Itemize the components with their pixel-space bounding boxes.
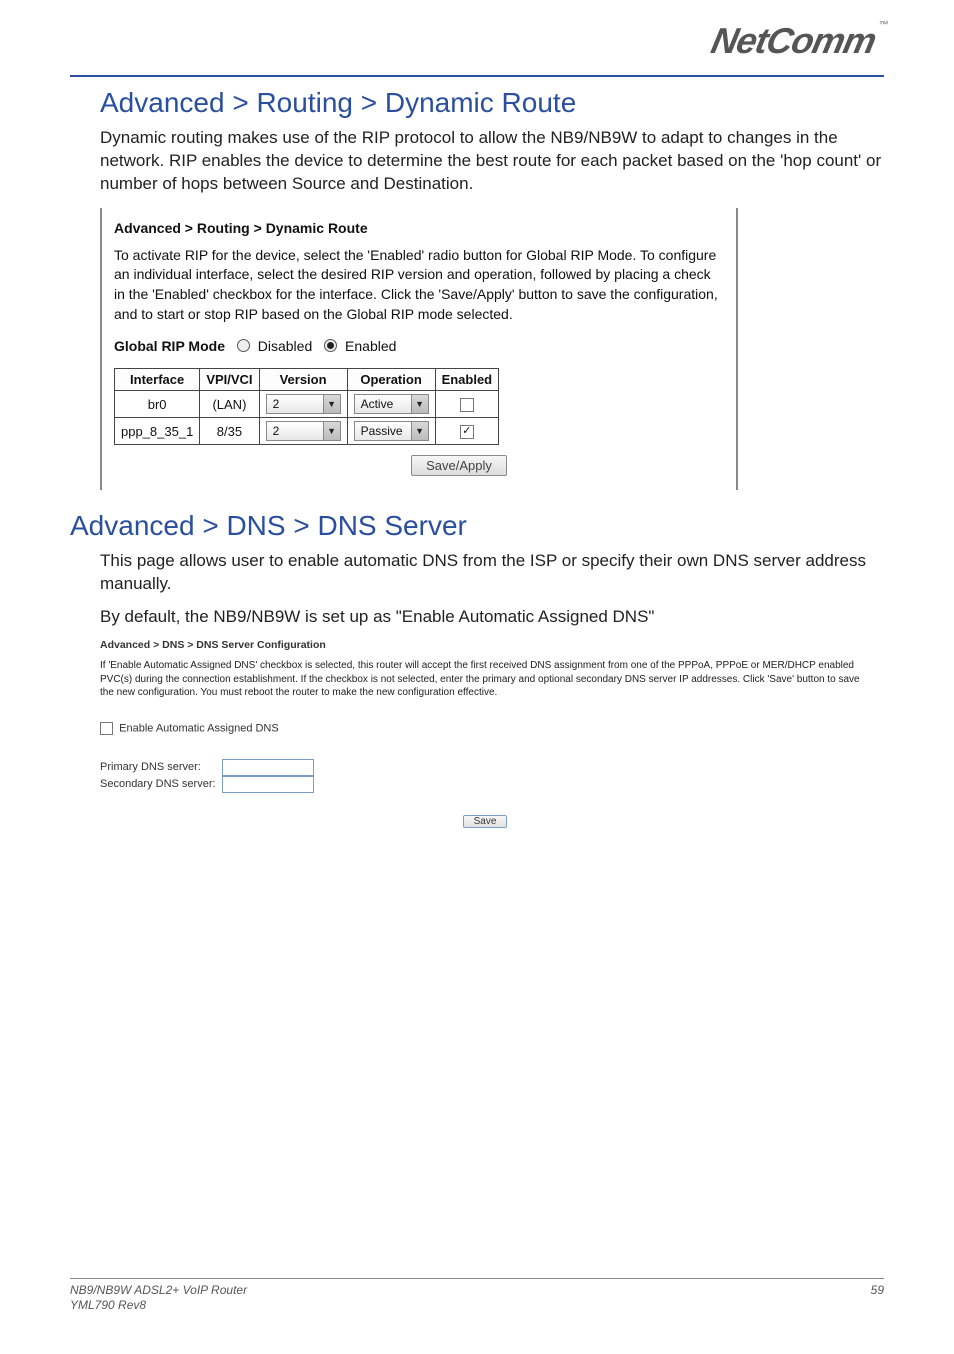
section1-heading: Advanced > Routing > Dynamic Route [100, 87, 884, 119]
dns-server-panel: Advanced > DNS > DNS Server Configuratio… [100, 639, 870, 829]
page-footer: NB9/NB9W ADSL2+ VoIP Router YML790 Rev8 … [70, 1278, 884, 1314]
cell-interface: ppp_8_35_1 [115, 418, 200, 445]
operation-select-row2[interactable]: Passive ▼ [354, 421, 429, 441]
enabled-checkbox-row1[interactable] [460, 398, 474, 412]
auto-dns-row: Enable Automatic Assigned DNS [100, 722, 870, 735]
global-rip-mode-label: Global RIP Mode [114, 338, 225, 354]
section2-intro1: This page allows user to enable automati… [100, 550, 884, 596]
chevron-down-icon: ▼ [411, 422, 428, 440]
table-header-row: Interface VPI/VCI Version Operation Enab… [115, 369, 499, 391]
secondary-dns-label: Secondary DNS server: [100, 778, 220, 790]
col-enabled: Enabled [435, 369, 499, 391]
version-select-row1[interactable]: 2 ▼ [266, 394, 341, 414]
cell-interface: br0 [115, 391, 200, 418]
section1-intro: Dynamic routing makes use of the RIP pro… [100, 127, 884, 196]
section2-heading: Advanced > DNS > DNS Server [70, 510, 884, 542]
col-version: Version [259, 369, 347, 391]
global-rip-mode-row: Global RIP Mode Disabled Enabled [114, 338, 724, 354]
brand-logo: NetComm™ [708, 20, 889, 62]
chevron-down-icon: ▼ [411, 395, 428, 413]
cell-vpivci: 8/35 [200, 418, 259, 445]
footer-product: NB9/NB9W ADSL2+ VoIP Router [70, 1283, 247, 1297]
save-button[interactable]: Save [463, 815, 508, 828]
rip-mode-disabled-label: Disabled [258, 338, 312, 354]
trademark-symbol: ™ [877, 20, 888, 31]
auto-dns-label: Enable Automatic Assigned DNS [119, 722, 279, 734]
footer-rev: YML790 Rev8 [70, 1298, 146, 1312]
dynamic-route-panel: Advanced > Routing > Dynamic Route To ac… [100, 208, 738, 490]
primary-dns-input[interactable] [222, 759, 314, 776]
rip-mode-disabled-radio[interactable] [237, 339, 250, 352]
col-vpivci: VPI/VCI [200, 369, 259, 391]
chevron-down-icon: ▼ [323, 422, 340, 440]
cell-vpivci: (LAN) [200, 391, 259, 418]
footer-page-number: 59 [871, 1283, 884, 1314]
auto-dns-checkbox[interactable] [100, 722, 113, 735]
rip-interface-table: Interface VPI/VCI Version Operation Enab… [114, 368, 499, 445]
primary-dns-row: Primary DNS server: [100, 759, 870, 776]
save-apply-button[interactable]: Save/Apply [411, 455, 507, 476]
primary-dns-label: Primary DNS server: [100, 761, 220, 773]
section2-intro2: By default, the NB9/NB9W is set up as "E… [100, 606, 884, 629]
rip-mode-enabled-radio[interactable] [324, 339, 337, 352]
col-interface: Interface [115, 369, 200, 391]
panel1-body: To activate RIP for the device, select t… [114, 246, 724, 324]
secondary-dns-row: Secondary DNS server: [100, 776, 870, 793]
rip-mode-enabled-label: Enabled [345, 338, 396, 354]
operation-select-row1[interactable]: Active ▼ [354, 394, 429, 414]
secondary-dns-input[interactable] [222, 776, 314, 793]
enabled-checkbox-row2[interactable]: ✓ [460, 425, 474, 439]
panel1-breadcrumb: Advanced > Routing > Dynamic Route [114, 220, 724, 236]
brand-name: NetComm [708, 20, 880, 61]
panel2-breadcrumb: Advanced > DNS > DNS Server Configuratio… [100, 639, 870, 651]
table-row: ppp_8_35_1 8/35 2 ▼ Passive ▼ ✓ [115, 418, 499, 445]
version-select-row2[interactable]: 2 ▼ [266, 421, 341, 441]
chevron-down-icon: ▼ [323, 395, 340, 413]
header-divider [70, 75, 884, 77]
table-row: br0 (LAN) 2 ▼ Active ▼ [115, 391, 499, 418]
col-operation: Operation [347, 369, 435, 391]
panel2-body: If 'Enable Automatic Assigned DNS' check… [100, 659, 870, 700]
